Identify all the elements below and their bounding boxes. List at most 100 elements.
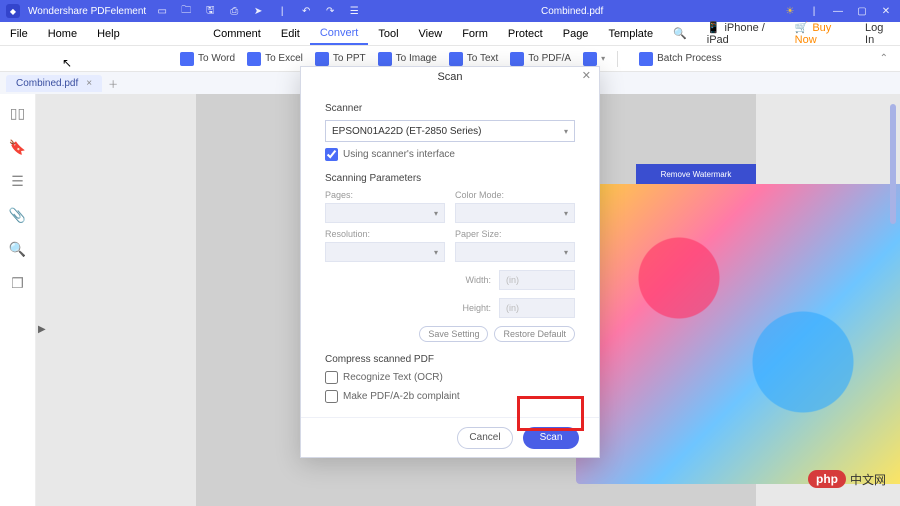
menu-search-icon[interactable]: 🔍 (663, 22, 697, 45)
attachment-icon[interactable]: 📎 (9, 206, 27, 224)
pdfa-icon (510, 52, 524, 66)
restore-default-button[interactable]: Restore Default (494, 326, 575, 342)
use-interface-checkbox[interactable]: Using scanner's interface (325, 148, 575, 161)
side-panel: ▯▯ 🔖 ☰ 📎 🔍 ❒ (0, 94, 36, 506)
more-tool-icon (583, 52, 597, 66)
dialog-close-icon[interactable]: ✕ (582, 69, 591, 82)
redo-icon[interactable]: ↷ (322, 6, 338, 17)
menu-comment[interactable]: Comment (203, 22, 271, 45)
print-icon[interactable]: ⎙ (226, 6, 242, 17)
use-interface-input[interactable] (325, 148, 338, 161)
menu-protect[interactable]: Protect (498, 22, 553, 45)
tool-to-word[interactable]: To Word (180, 52, 235, 66)
resolution-select[interactable]: ▾ (325, 242, 445, 262)
thumbnails-icon[interactable]: ▯▯ (9, 104, 27, 122)
login-link[interactable]: Log In (855, 22, 900, 46)
dialog-title: Scan (437, 71, 462, 83)
minimize-icon[interactable]: — (830, 6, 846, 17)
ppt-icon (315, 52, 329, 66)
tab-label: Combined.pdf (16, 78, 78, 89)
app-icon: ◆ (6, 4, 20, 18)
params-section-label: Scanning Parameters (325, 173, 575, 184)
menu-form[interactable]: Form (452, 22, 498, 45)
menu-template[interactable]: Template (598, 22, 663, 45)
tool-to-image[interactable]: To Image (378, 52, 437, 66)
document-content-image (576, 184, 900, 484)
tool-more[interactable]: ▾ (583, 52, 605, 66)
height-label: Height: (447, 303, 491, 313)
maximize-icon[interactable]: ▢ (854, 6, 870, 17)
image-icon (378, 52, 392, 66)
save-icon[interactable]: 🖫 (202, 3, 218, 20)
tool-to-pdfa[interactable]: To PDF/A (510, 52, 571, 66)
menu-convert[interactable]: Convert (310, 22, 369, 45)
php-text: 中文网 (850, 471, 886, 488)
send-icon[interactable]: ➤ (250, 6, 266, 17)
dialog-header: Scan ✕ (301, 67, 599, 87)
bookmark-icon[interactable]: 🔖 (9, 138, 27, 156)
highlight-box (517, 396, 584, 431)
ocr-input[interactable] (325, 371, 338, 384)
papersize-label: Paper Size: (455, 229, 575, 239)
sep-icon: | (274, 6, 290, 17)
expand-panel-icon[interactable]: ▶ (38, 324, 46, 335)
save-setting-button[interactable]: Save Setting (419, 326, 488, 342)
undo-icon[interactable]: ↶ (298, 6, 314, 17)
colormode-label: Color Mode: (455, 190, 575, 200)
folder-icon[interactable]: 🗀 (178, 3, 194, 20)
scanner-value: EPSON01A22D (ET-2850 Series) (332, 126, 482, 137)
new-tab-icon[interactable]: ＋ (108, 76, 118, 91)
sep2-icon: | (806, 6, 822, 17)
layers-icon[interactable]: ❒ (9, 274, 27, 292)
colormode-select[interactable]: ▾ (455, 203, 575, 223)
scanner-select[interactable]: EPSON01A22D (ET-2850 Series) ▾ (325, 120, 575, 142)
height-input[interactable]: (in) (499, 298, 575, 318)
menu-file[interactable]: File (0, 22, 38, 45)
menu-home[interactable]: Home (38, 22, 87, 45)
chevron-down-icon: ▾ (564, 127, 568, 136)
watermark-logo: php 中文网 (808, 470, 886, 488)
close-window-icon[interactable]: ✕ (878, 6, 894, 17)
pages-label: Pages: (325, 190, 445, 200)
iphone-link[interactable]: 📱iPhone / iPad (697, 21, 785, 46)
excel-icon (247, 52, 261, 66)
menu-help[interactable]: Help (87, 22, 130, 45)
tool-to-ppt[interactable]: To PPT (315, 52, 366, 66)
menu-tool[interactable]: Tool (368, 22, 408, 45)
sun-icon[interactable]: ☀ (782, 6, 798, 17)
batch-icon (639, 52, 653, 66)
php-pill: php (808, 470, 846, 488)
document-tab[interactable]: Combined.pdf × (6, 75, 102, 92)
pages-select[interactable]: ▾ (325, 203, 445, 223)
list-icon[interactable]: ☰ (9, 172, 27, 190)
buy-now-link[interactable]: 🛒Buy Now (785, 21, 855, 46)
tab-close-icon[interactable]: × (86, 78, 92, 89)
open-icon[interactable]: ▭ (154, 6, 170, 17)
word-icon (180, 52, 194, 66)
tool-batch[interactable]: Batch Process (639, 52, 721, 66)
resolution-label: Resolution: (325, 229, 445, 239)
collapse-ribbon-icon[interactable]: ⌃ (880, 53, 888, 64)
compress-section-label: Compress scanned PDF (325, 354, 575, 365)
more-icon[interactable]: ☰ (346, 6, 362, 17)
doc-title: Combined.pdf (370, 6, 774, 17)
text-icon (449, 52, 463, 66)
app-name: Wondershare PDFelement (28, 6, 146, 17)
menu-view[interactable]: View (409, 22, 453, 45)
vertical-scrollbar[interactable] (890, 94, 898, 506)
menu-edit[interactable]: Edit (271, 22, 310, 45)
tool-to-text[interactable]: To Text (449, 52, 499, 66)
scroll-thumb[interactable] (890, 104, 896, 224)
remove-watermark-banner[interactable]: Remove Watermark (636, 164, 756, 184)
width-label: Width: (447, 275, 491, 285)
scanner-section-label: Scanner (325, 103, 575, 114)
menu-bar: File Home Help Comment Edit Convert Tool… (0, 22, 900, 46)
tool-to-excel[interactable]: To Excel (247, 52, 303, 66)
ocr-checkbox[interactable]: Recognize Text (OCR) (325, 371, 575, 384)
papersize-select[interactable]: ▾ (455, 242, 575, 262)
width-input[interactable]: (in) (499, 270, 575, 290)
cancel-button[interactable]: Cancel (457, 427, 513, 449)
search-side-icon[interactable]: 🔍 (9, 240, 27, 258)
pdfa-input[interactable] (325, 390, 338, 403)
menu-page[interactable]: Page (553, 22, 599, 45)
